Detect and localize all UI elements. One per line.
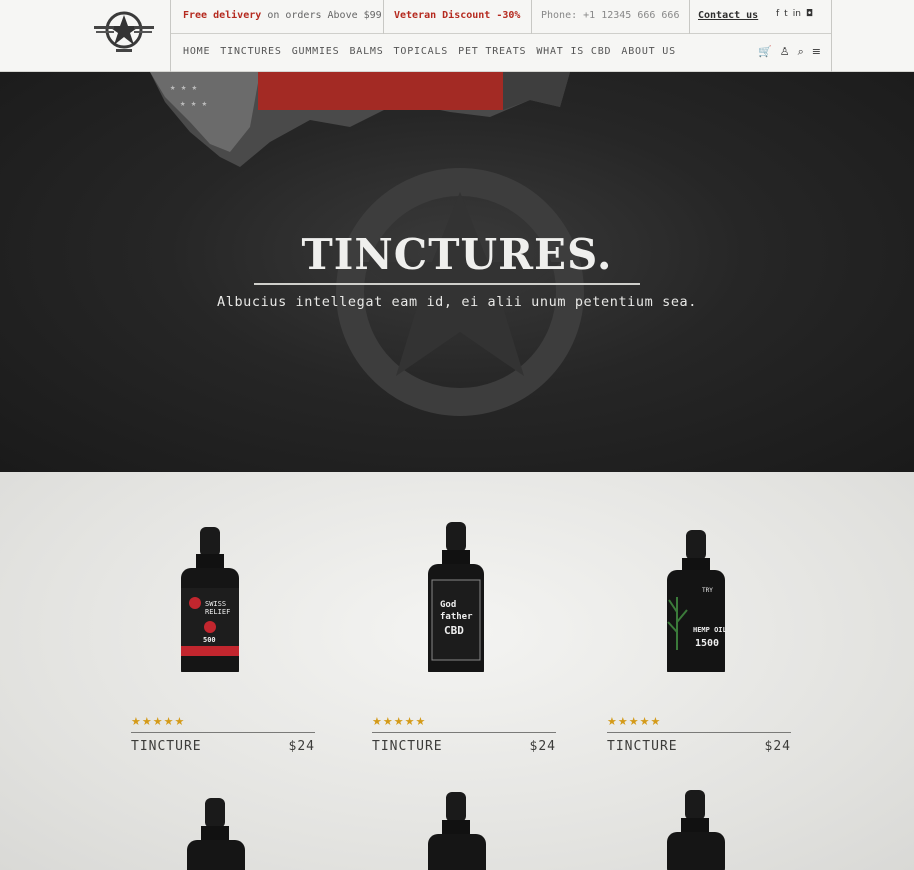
divider xyxy=(383,0,384,34)
divider xyxy=(531,0,532,34)
search-icon[interactable]: ⌕ xyxy=(798,45,804,59)
product-image[interactable]: SWISS RELIEF 500 xyxy=(131,472,315,672)
product-image[interactable]: TRY HEMP OIL 1500 xyxy=(607,472,791,672)
nav-item-about-us[interactable]: ABOUT US xyxy=(621,46,676,57)
product-image[interactable] xyxy=(131,790,315,870)
page-title: TINCTURES. xyxy=(301,230,613,279)
nav-item-tinctures[interactable]: TINCTURES xyxy=(220,46,281,57)
product-price: $24 xyxy=(288,739,315,754)
rating-stars: ★★★★★ xyxy=(607,715,662,728)
linkedin-icon[interactable]: in xyxy=(793,9,801,19)
free-delivery-label: Free delivery xyxy=(183,10,262,21)
svg-text:500: 500 xyxy=(203,636,216,644)
free-delivery-promo[interactable]: Free delivery on orders Above $99 xyxy=(183,10,382,21)
svg-text:God: God xyxy=(440,600,456,610)
twitter-icon[interactable]: t xyxy=(784,9,788,19)
svg-text:★ ★ ★: ★ ★ ★ xyxy=(180,99,208,109)
nav-item-topicals[interactable]: TOPICALS xyxy=(394,46,449,57)
free-delivery-suffix: on orders Above $99 xyxy=(267,10,382,21)
nav-item-gummies[interactable]: GUMMIES xyxy=(292,46,340,57)
product-image[interactable]: God father CBD xyxy=(372,472,556,672)
brand-logo[interactable] xyxy=(92,8,156,56)
divider xyxy=(689,0,690,34)
product-name[interactable]: TINCTURE xyxy=(607,739,678,754)
nav-icons: 🛒 ♙ ⌕ ≡ xyxy=(758,45,821,59)
cart-icon[interactable]: 🛒 xyxy=(758,45,772,59)
social-links: f t in ◘ xyxy=(776,9,813,19)
product-image[interactable] xyxy=(372,790,556,870)
nav-item-what-is-cbd[interactable]: WHAT IS CBD xyxy=(536,46,611,57)
nav-item-pet-treats[interactable]: PET TREATS xyxy=(458,46,526,57)
veteran-discount-promo[interactable]: Veteran Discount -30% xyxy=(394,10,520,21)
nav-items: HOME TINCTURES GUMMIES BALMS TOPICALS PE… xyxy=(183,46,676,57)
contact-us-link[interactable]: Contact us xyxy=(698,10,758,21)
product-card[interactable]: TRY HEMP OIL 1500 ★★★★★ TINCTURE $24 xyxy=(607,472,791,754)
emblem-watermark xyxy=(336,168,584,416)
svg-text:TRY: TRY xyxy=(702,587,713,594)
rating-stars: ★★★★★ xyxy=(372,715,427,728)
title-divider xyxy=(254,283,640,285)
facebook-icon[interactable]: f xyxy=(776,9,779,19)
product-card[interactable]: God father CBD ★★★★★ TINCTURE $24 xyxy=(372,472,556,754)
svg-text:RELIEF: RELIEF xyxy=(205,608,230,616)
svg-text:★ ★ ★: ★ ★ ★ xyxy=(170,83,198,93)
rating-stars: ★★★★★ xyxy=(131,715,186,728)
svg-text:SWISS: SWISS xyxy=(205,600,226,608)
instagram-icon[interactable]: ◘ xyxy=(806,9,813,19)
divider xyxy=(831,0,832,72)
menu-icon[interactable]: ≡ xyxy=(812,45,821,59)
top-strip: Free delivery on orders Above $99 Vetera… xyxy=(171,0,831,34)
svg-text:father: father xyxy=(440,612,473,622)
card-divider xyxy=(607,732,791,733)
card-divider xyxy=(372,732,556,733)
product-name[interactable]: TINCTURE xyxy=(131,739,202,754)
product-price: $24 xyxy=(764,739,791,754)
product-image[interactable] xyxy=(607,788,791,870)
product-name[interactable]: TINCTURE xyxy=(372,739,443,754)
phone-number: Phone: +1 12345 666 666 xyxy=(541,10,680,21)
hero-banner: ★ ★ ★ ★ ★ ★ TINCTURES. Albucius intelleg… xyxy=(0,72,914,472)
user-icon[interactable]: ♙ xyxy=(780,45,790,59)
svg-text:1500: 1500 xyxy=(695,638,719,649)
site-header: Free delivery on orders Above $99 Vetera… xyxy=(0,0,914,72)
svg-text:CBD: CBD xyxy=(444,624,464,637)
main-nav: HOME TINCTURES GUMMIES BALMS TOPICALS PE… xyxy=(171,34,831,70)
product-grid: SWISS RELIEF 500 ★★★★★ TINCTURE $24 God … xyxy=(0,472,914,870)
product-price: $24 xyxy=(529,739,556,754)
nav-item-home[interactable]: HOME xyxy=(183,46,210,57)
product-card[interactable]: SWISS RELIEF 500 ★★★★★ TINCTURE $24 xyxy=(131,472,315,754)
page-subtitle: Albucius intellegat eam id, ei alii unum… xyxy=(216,294,698,310)
nav-item-balms[interactable]: BALMS xyxy=(349,46,383,57)
card-divider xyxy=(131,732,315,733)
svg-text:HEMP OIL: HEMP OIL xyxy=(693,626,727,634)
